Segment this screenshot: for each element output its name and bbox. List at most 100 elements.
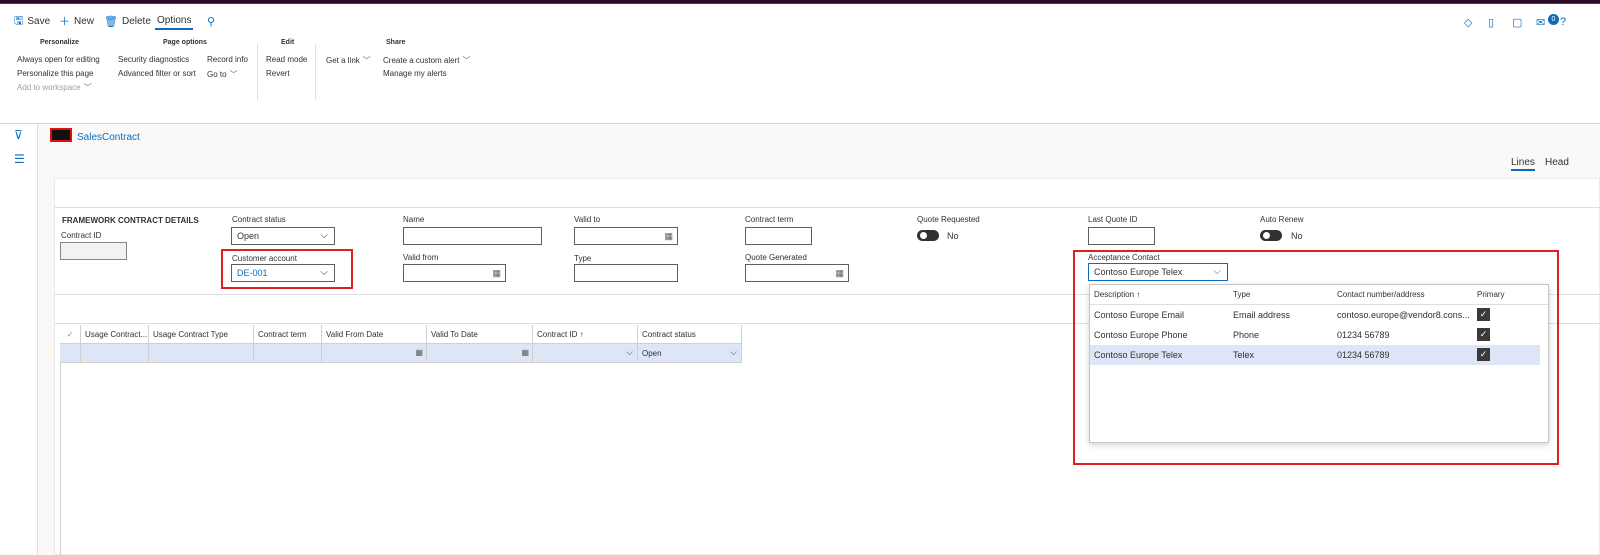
- auto-renew-label: Auto Renew: [1260, 215, 1304, 224]
- revert-button[interactable]: Revert: [266, 69, 290, 78]
- grid-header-row: ✓ Usage Contract... Usage Contract Type …: [60, 325, 742, 344]
- tab-header[interactable]: Head: [1545, 157, 1569, 168]
- quote-generated-field[interactable]: ▦: [745, 264, 849, 282]
- column-header[interactable]: Valid From Date: [322, 325, 427, 344]
- help-icon[interactable]: ?: [1560, 16, 1566, 28]
- go-to-button[interactable]: Go to ﹀: [207, 69, 238, 80]
- add-to-workspace-button[interactable]: Add to workspace ﹀: [17, 82, 92, 93]
- lookup-row[interactable]: Contoso Europe Phone Phone 01234 56789 ✓: [1090, 325, 1540, 345]
- new-button[interactable]: ＋ New: [59, 12, 94, 30]
- personalize-page-button[interactable]: Personalize this page: [17, 69, 94, 78]
- search-button[interactable]: ⚲: [207, 12, 215, 30]
- calendar-icon[interactable]: ▦: [664, 231, 673, 242]
- redacted-box: [50, 128, 72, 142]
- office-icon[interactable]: ▯: [1488, 16, 1494, 29]
- grid-cell[interactable]: [81, 344, 149, 363]
- card-divider: [54, 207, 1600, 208]
- grid-cell[interactable]: ⌵: [533, 344, 638, 363]
- lookup-description: Contoso Europe Telex: [1094, 350, 1183, 360]
- acceptance-contact-select[interactable]: Contoso Europe Telex ⌵: [1088, 263, 1228, 281]
- lookup-type: Email address: [1233, 310, 1291, 320]
- quote-requested-toggle[interactable]: [917, 230, 939, 241]
- record-info-button[interactable]: Record info: [207, 55, 248, 64]
- lookup-column-type[interactable]: Type: [1233, 290, 1250, 299]
- name-label: Name: [403, 215, 425, 224]
- calendar-icon[interactable]: ▦: [835, 268, 844, 279]
- page-caption[interactable]: SalesContract: [77, 132, 140, 143]
- valid-from-label: Valid from: [403, 253, 439, 262]
- name-field[interactable]: [403, 227, 542, 245]
- read-mode-button[interactable]: Read mode: [266, 55, 307, 64]
- lookup-row-selected[interactable]: Contoso Europe Telex Telex 01234 56789 ✓: [1090, 345, 1540, 365]
- column-header[interactable]: Usage Contract Type: [149, 325, 254, 344]
- chevron-down-icon: ⌵: [730, 347, 737, 357]
- chevron-down-icon: ﹀: [83, 83, 92, 92]
- primary-checkbox[interactable]: ✓: [1477, 328, 1490, 341]
- chat-icon[interactable]: ▢: [1512, 16, 1522, 29]
- column-header[interactable]: Valid To Date: [427, 325, 533, 344]
- grid-cell[interactable]: ▦: [322, 344, 427, 363]
- contract-term-field[interactable]: [745, 227, 812, 245]
- group-title-personalize: Personalize: [40, 39, 79, 46]
- group-title-page-options: Page options: [163, 39, 207, 46]
- delete-button[interactable]: 🗑 Delete: [104, 12, 151, 30]
- hamburger-icon[interactable]: ☰: [14, 152, 25, 166]
- auto-renew-toggle[interactable]: [1260, 230, 1282, 241]
- manage-alerts-button[interactable]: Manage my alerts: [383, 69, 447, 78]
- customer-account-label: Customer account: [232, 254, 297, 263]
- contract-id-field: [60, 242, 127, 260]
- type-field[interactable]: [574, 264, 678, 282]
- contract-status-select[interactable]: Open ⌵: [231, 227, 335, 245]
- grid-cell[interactable]: ▦: [427, 344, 533, 363]
- notification-icon[interactable]: ✉: [1536, 16, 1545, 29]
- customer-account-select[interactable]: DE-001 ⌵: [231, 264, 335, 282]
- valid-from-field[interactable]: ▦: [403, 264, 506, 282]
- group-title-share: Share: [386, 39, 406, 46]
- calendar-icon[interactable]: ▦: [492, 268, 501, 279]
- last-quote-id-field[interactable]: [1088, 227, 1155, 245]
- chevron-down-icon: ﹀: [462, 56, 471, 65]
- calendar-icon[interactable]: ▦: [521, 348, 529, 357]
- grid-cell[interactable]: [254, 344, 322, 363]
- column-header[interactable]: Contract status: [638, 325, 742, 344]
- lookup-row[interactable]: Contoso Europe Email Email address conto…: [1090, 305, 1540, 325]
- advanced-filter-button[interactable]: Advanced filter or sort: [118, 69, 196, 78]
- table-row[interactable]: ▦ ▦ ⌵ Open ⌵: [60, 344, 742, 363]
- tab-lines[interactable]: Lines: [1511, 157, 1535, 171]
- chevron-down-icon: ⌵: [626, 347, 633, 357]
- quote-generated-label: Quote Generated: [745, 253, 807, 262]
- valid-to-field[interactable]: ▦: [574, 227, 678, 245]
- security-diagnostics-button[interactable]: Security diagnostics: [118, 55, 189, 64]
- save-button[interactable]: 🖫 Save: [14, 12, 50, 30]
- plus-icon: ＋: [59, 16, 70, 28]
- chevron-down-icon: ⌵: [320, 267, 328, 278]
- lookup-column-contact[interactable]: Contact number/address: [1337, 290, 1425, 299]
- primary-checkbox[interactable]: ✓: [1477, 348, 1490, 361]
- diamond-icon[interactable]: ◇: [1464, 16, 1472, 29]
- lookup-description: Contoso Europe Email: [1094, 310, 1185, 320]
- lookup-column-primary[interactable]: Primary: [1477, 290, 1505, 299]
- column-header[interactable]: Contract term: [254, 325, 322, 344]
- tab-options[interactable]: Options: [155, 12, 194, 30]
- create-custom-alert-button[interactable]: Create a custom alert ﹀: [383, 55, 470, 66]
- group-title-edit: Edit: [281, 39, 295, 46]
- get-link-button[interactable]: Get a link ﹀: [326, 55, 371, 66]
- lookup-column-description[interactable]: Description ↑: [1094, 290, 1140, 299]
- always-open-editing-button[interactable]: Always open for editing: [17, 55, 100, 64]
- options-ribbon: Personalize Always open for editing Pers…: [0, 34, 1600, 124]
- row-selector[interactable]: [60, 344, 81, 363]
- filter-icon[interactable]: ⊽: [14, 128, 23, 142]
- calendar-icon[interactable]: ▦: [415, 348, 423, 357]
- primary-checkbox[interactable]: ✓: [1477, 308, 1490, 321]
- auto-renew-value: No: [1291, 231, 1303, 241]
- lookup-type: Phone: [1233, 330, 1260, 340]
- select-all-checkbox[interactable]: ✓: [60, 325, 81, 344]
- save-icon: 🖫: [14, 14, 24, 27]
- grid-cell-status[interactable]: Open ⌵: [638, 344, 742, 363]
- section-title: FRAMEWORK CONTRACT DETAILS: [62, 216, 199, 225]
- search-icon: ⚲: [207, 15, 216, 28]
- column-header-contract-id[interactable]: Contract ID ↑: [533, 325, 638, 344]
- sort-ascending-icon: ↑: [579, 329, 584, 339]
- grid-cell[interactable]: [149, 344, 254, 363]
- column-header[interactable]: Usage Contract...: [81, 325, 149, 344]
